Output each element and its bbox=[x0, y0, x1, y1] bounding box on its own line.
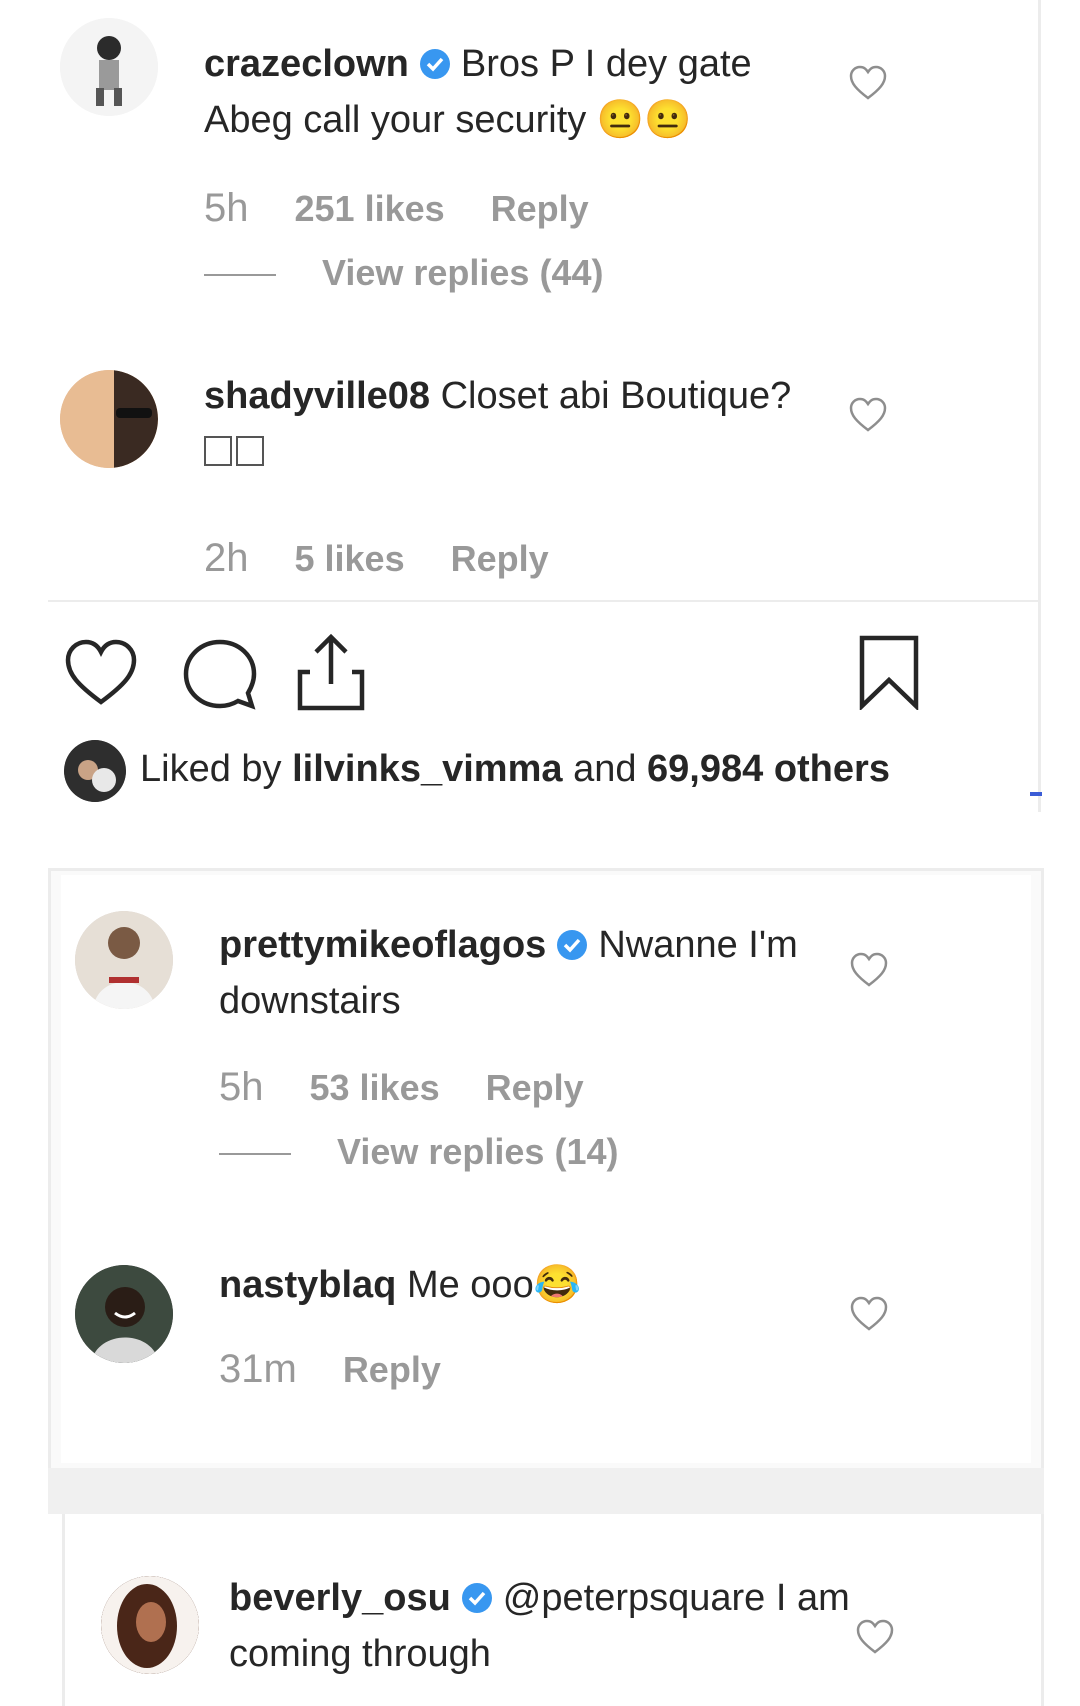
reply-button[interactable]: Reply bbox=[486, 1067, 584, 1108]
liked-by-line: Liked by lilvinks_vimma and 69,984 other… bbox=[64, 740, 890, 802]
comment-text: Closet abi Boutique? bbox=[440, 375, 792, 417]
verified-badge-icon bbox=[419, 49, 450, 79]
reply-button[interactable]: Reply bbox=[451, 538, 549, 579]
like-heart-icon[interactable] bbox=[849, 951, 889, 991]
bookmark-icon[interactable] bbox=[858, 634, 920, 710]
replies-divider bbox=[219, 1153, 291, 1156]
comment-text: Me ooo😂 bbox=[406, 1264, 582, 1306]
like-heart-icon[interactable] bbox=[848, 64, 888, 104]
comment-time: 2h bbox=[204, 536, 249, 580]
comment-username[interactable]: nastyblaq bbox=[219, 1264, 396, 1306]
reply-button[interactable]: Reply bbox=[343, 1349, 441, 1390]
liked-by-and: and bbox=[573, 748, 637, 791]
view-replies-label[interactable]: View replies (14) bbox=[337, 1131, 618, 1172]
comment-icon[interactable] bbox=[182, 638, 258, 710]
reply-button[interactable]: Reply bbox=[491, 188, 589, 229]
comment-username[interactable]: prettymikeoflagos bbox=[219, 924, 546, 966]
avatar[interactable] bbox=[75, 1265, 173, 1363]
comment-likes[interactable]: 53 likes bbox=[310, 1067, 440, 1108]
comment-username[interactable]: shadyville08 bbox=[204, 375, 430, 417]
verified-badge-icon bbox=[461, 1583, 492, 1613]
liked-by-prefix: Liked by bbox=[140, 748, 282, 791]
view-replies-button[interactable]: View replies (14) bbox=[219, 1131, 618, 1173]
avatar[interactable] bbox=[60, 18, 158, 116]
accent-mark bbox=[1030, 792, 1042, 796]
comments-panel-middle: prettymikeoflagos Nwanne I'm downstairs 5… bbox=[48, 868, 1044, 1471]
heart-icon[interactable] bbox=[64, 638, 138, 708]
verified-badge-icon bbox=[557, 930, 588, 960]
post-actions-bar: Liked by lilvinks_vimma and 69,984 other… bbox=[48, 600, 1041, 812]
avatar[interactable] bbox=[60, 370, 158, 468]
comment-time: 5h bbox=[204, 186, 249, 230]
view-replies-button[interactable]: View replies (44) bbox=[204, 252, 603, 294]
like-heart-icon[interactable] bbox=[848, 396, 888, 436]
comment-likes[interactable]: 251 likes bbox=[295, 188, 445, 229]
section-separator bbox=[48, 1468, 1044, 1514]
liked-by-others[interactable]: 69,984 others bbox=[647, 748, 890, 790]
avatar[interactable] bbox=[75, 911, 173, 1009]
like-heart-icon[interactable] bbox=[855, 1618, 895, 1658]
liker-avatar[interactable] bbox=[64, 740, 126, 802]
missing-glyph-icon bbox=[236, 436, 264, 466]
share-icon[interactable] bbox=[296, 632, 366, 712]
like-heart-icon[interactable] bbox=[849, 1295, 889, 1335]
missing-glyph-icon bbox=[204, 436, 232, 466]
comment-time: 5h bbox=[219, 1065, 264, 1109]
comment-time: 31m bbox=[219, 1347, 297, 1391]
view-replies-label[interactable]: View replies (44) bbox=[322, 252, 603, 293]
avatar[interactable] bbox=[101, 1576, 199, 1674]
replies-divider bbox=[204, 274, 276, 277]
comments-panel-bottom: beverly_osu @peterpsquare I am coming thr… bbox=[62, 1514, 1044, 1706]
comments-panel-top: crazeclown Bros P I dey gate Abeg call yo… bbox=[48, 0, 1041, 600]
comment-likes[interactable]: 5 likes bbox=[295, 538, 405, 579]
liked-by-user[interactable]: lilvinks_vimma bbox=[292, 748, 562, 790]
comment-username[interactable]: crazeclown bbox=[204, 43, 409, 85]
comment-username[interactable]: beverly_osu bbox=[229, 1577, 451, 1619]
